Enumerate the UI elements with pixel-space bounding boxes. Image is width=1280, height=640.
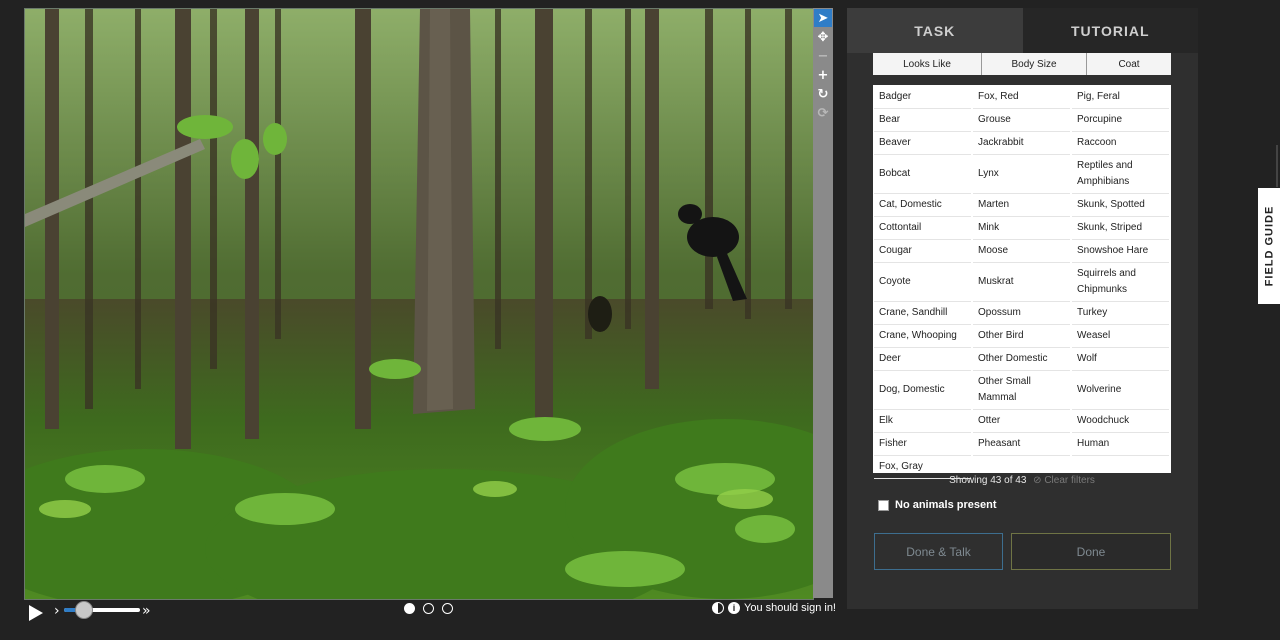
species-option[interactable]: Wolverine [1072, 371, 1169, 410]
frame-dot[interactable] [442, 603, 453, 614]
species-option[interactable]: Mink [973, 217, 1070, 240]
species-option[interactable]: Cougar [874, 240, 971, 263]
no-animals-checkbox[interactable] [878, 499, 889, 511]
species-column: Pig, Feral Porcupine Raccoon Reptiles and A… [1072, 86, 1169, 479]
species-option[interactable]: Elk [874, 410, 971, 433]
filter-looks-like[interactable]: Looks Like [873, 53, 982, 75]
species-option[interactable]: Otter [973, 410, 1070, 433]
reset-icon[interactable]: ⟳ [814, 104, 832, 122]
species-option[interactable]: Jackrabbit [973, 132, 1070, 155]
species-column: Badger Bear Beaver Bobcat Cat, Domestic Cotto… [874, 86, 971, 479]
filter-coat[interactable]: Coat [1087, 53, 1171, 75]
species-option[interactable]: Crane, Whooping [874, 325, 971, 348]
species-option[interactable]: Weasel [1072, 325, 1169, 348]
species-option[interactable]: Human [1072, 433, 1169, 456]
clear-filters-label: Clear filters [1044, 475, 1095, 486]
frame-dot[interactable] [423, 603, 434, 614]
species-option[interactable]: Wolf [1072, 348, 1169, 371]
species-option[interactable]: Porcupine [1072, 109, 1169, 132]
species-option[interactable]: Fox, Red [973, 86, 1070, 109]
filter-bar: Looks Like Body Size Coat [873, 53, 1171, 75]
field-guide-label: FIELD GUIDE [1263, 205, 1276, 287]
contrast-icon[interactable] [712, 602, 725, 614]
species-option[interactable]: Skunk, Striped [1072, 217, 1169, 240]
species-option[interactable]: Woodchuck [1072, 410, 1169, 433]
species-option[interactable]: Marten [973, 194, 1070, 217]
showing-count: Showing 43 of 43 ⊘ Clear filters [873, 475, 1171, 486]
no-animals-option[interactable]: No animals present [878, 499, 996, 511]
forest-scene-image [25, 9, 813, 599]
field-guide-tab[interactable]: FIELD GUIDE [1258, 188, 1280, 304]
species-option[interactable]: Deer [874, 348, 971, 371]
species-option[interactable]: Cat, Domestic [874, 194, 971, 217]
species-option[interactable]: Badger [874, 86, 971, 109]
play-icon[interactable] [28, 604, 44, 622]
species-option[interactable]: Other Domestic [973, 348, 1070, 371]
no-animals-label: No animals present [895, 499, 997, 511]
cursor-arrow-icon[interactable]: ➤ [814, 9, 832, 27]
species-option[interactable]: Coyote [874, 263, 971, 302]
task-panel: TASK TUTORIAL Looks Like Body Size Coat … [847, 8, 1198, 609]
species-option[interactable]: Raccoon [1072, 132, 1169, 155]
edge-divider [1276, 145, 1278, 187]
playback-controls: › » i You should sign in! [24, 598, 836, 628]
tab-tutorial[interactable]: TUTORIAL [1022, 8, 1198, 53]
showing-text: Showing 43 of 43 [949, 475, 1027, 486]
species-option[interactable]: Crane, Sandhill [874, 302, 971, 325]
species-option[interactable]: Bear [874, 109, 971, 132]
viewer-toolbar: ➤ ✥ − + ↻ ⟳ [813, 8, 833, 598]
speed-down-icon[interactable]: › [54, 603, 60, 619]
species-option[interactable]: Muskrat [973, 263, 1070, 302]
done-button[interactable]: Done [1011, 533, 1171, 570]
signin-notice: i You should sign in! [712, 602, 836, 614]
playback-slider-handle[interactable] [75, 601, 93, 619]
species-option[interactable]: Moose [973, 240, 1070, 263]
speed-up-icon[interactable]: » [142, 603, 151, 619]
rotate-icon[interactable]: ↻ [814, 85, 832, 103]
plus-icon[interactable]: + [814, 66, 832, 84]
minus-icon[interactable]: − [814, 47, 832, 65]
species-list: Badger Bear Beaver Bobcat Cat, Domestic Cotto… [873, 85, 1171, 479]
clear-filters-button[interactable]: ⊘ Clear filters [1033, 475, 1095, 486]
species-option[interactable]: Skunk, Spotted [1072, 194, 1169, 217]
species-option[interactable]: Fisher [874, 433, 971, 456]
signin-text[interactable]: You should sign in! [744, 602, 836, 614]
frame-pager [404, 603, 453, 614]
species-option[interactable]: Pheasant [973, 433, 1070, 456]
species-option[interactable]: Squirrels and Chipmunks [1072, 263, 1169, 302]
subject-image-viewer[interactable] [24, 8, 814, 600]
species-option[interactable]: Grouse [973, 109, 1070, 132]
filter-body-size[interactable]: Body Size [982, 53, 1087, 75]
frame-dot[interactable] [404, 603, 415, 614]
species-option[interactable]: Opossum [973, 302, 1070, 325]
panel-tabs: TASK TUTORIAL [847, 8, 1198, 53]
tab-task[interactable]: TASK [847, 8, 1023, 53]
species-option[interactable]: Cottontail [874, 217, 971, 240]
species-option[interactable]: Dog, Domestic [874, 371, 971, 410]
species-option[interactable]: Lynx [973, 155, 1070, 194]
species-option[interactable]: Reptiles and Amphibians [1072, 155, 1169, 194]
species-option[interactable]: Snowshoe Hare [1072, 240, 1169, 263]
move-arrows-icon[interactable]: ✥ [814, 28, 832, 46]
species-option[interactable]: Beaver [874, 132, 971, 155]
done-and-talk-button[interactable]: Done & Talk [874, 533, 1003, 570]
species-option[interactable]: Bobcat [874, 155, 971, 194]
species-option[interactable]: Turkey [1072, 302, 1169, 325]
info-icon[interactable]: i [728, 602, 741, 614]
species-option[interactable]: Other Small Mammal [973, 371, 1070, 410]
species-column: Fox, Red Grouse Jackrabbit Lynx Marten Mink Mo… [973, 86, 1070, 479]
species-option[interactable]: Pig, Feral [1072, 86, 1169, 109]
species-option[interactable]: Other Bird [973, 325, 1070, 348]
